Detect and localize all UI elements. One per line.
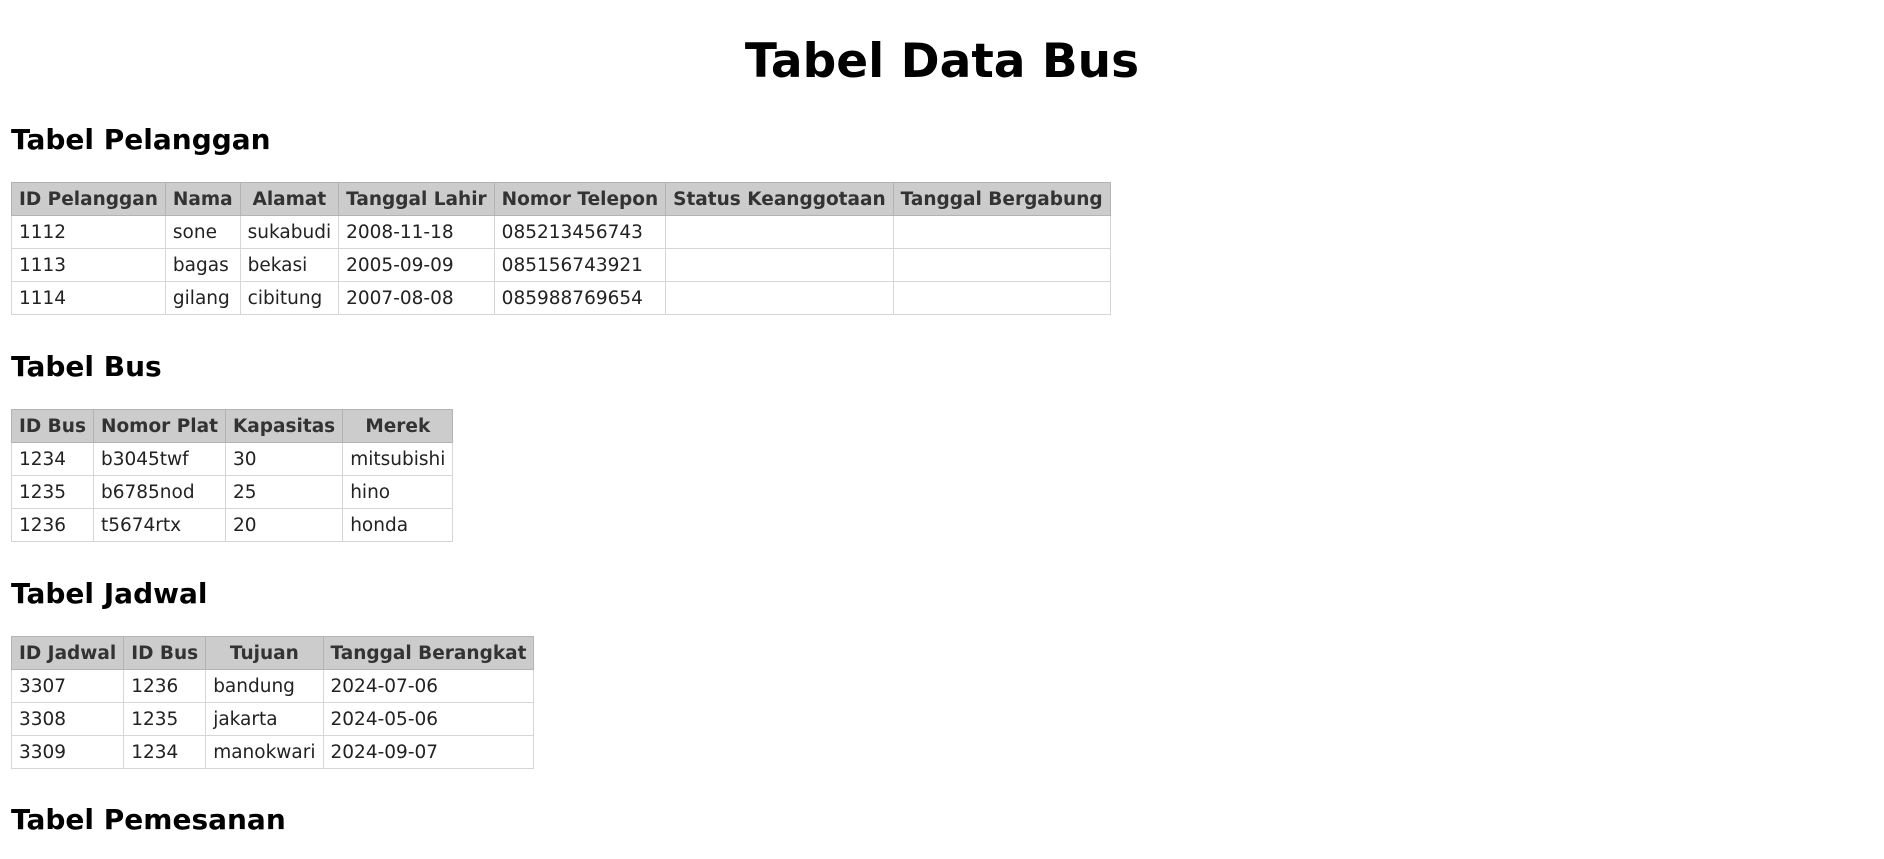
table-cell: 2024-05-06 [322,702,535,736]
table-cell: 2008-11-18 [338,215,495,249]
column-header: ID Bus [11,409,94,443]
table-cell: 085988769654 [493,281,667,315]
table-row: 3309 1234 manokwari 2024-09-07 [10,735,535,769]
table-header-row: ID Pelanggan Nama Alamat Tanggal Lahir Nomor… [11,182,1111,216]
table-row: 1113 bagas bekasi 2005-09-09 085156743921 [11,248,1111,282]
table-jadwal: ID Jadwal ID Bus Tujuan Tanggal Berangkat 3… [10,636,535,769]
table-row: 1235 b6785nod 25 hino [11,475,454,509]
column-header: Kapasitas [224,409,344,443]
table-cell: mitsubishi [342,442,454,476]
table-cell [665,248,894,282]
column-header: ID Bus [123,636,207,670]
column-header: Merek [342,409,454,443]
page-title: Tabel Data Bus [744,34,1140,89]
column-header: Status Keanggotaan [665,182,894,216]
table-cell: 2024-07-06 [322,669,535,703]
table-cell: 3308 [10,702,125,736]
table-row: 1114 gilang cibitung 2007-08-08 085988769654 [11,281,1111,315]
column-header: Nomor Plat [92,409,226,443]
table-pelanggan: ID Pelanggan Nama Alamat Tanggal Lahir Nomor… [11,182,1111,315]
column-header: Tujuan [205,636,324,670]
table-cell: 20 [224,508,344,542]
table-cell: sukabudi [239,215,340,249]
table-row: 3307 1236 bandung 2024-07-06 [10,669,535,703]
table-cell: sone [164,215,241,249]
table-cell: manokwari [205,735,324,769]
table-cell: 085156743921 [493,248,667,282]
table-row: 1112 sone sukabudi 2008-11-18 085213456743 [11,215,1111,249]
table-cell: 1113 [11,248,166,282]
table-cell: 30 [224,442,344,476]
column-header: Nama [164,182,241,216]
column-header: ID Jadwal [10,636,125,670]
column-header: Nomor Telepon [493,182,667,216]
table-cell: t5674rtx [92,508,226,542]
column-header: Tanggal Bergabung [892,182,1111,216]
section-title-pemesanan: Tabel Pemesanan [11,803,286,836]
table-cell [892,215,1111,249]
table-cell: bagas [164,248,241,282]
table-cell: hino [342,475,454,509]
table-bus: ID Bus Nomor Plat Kapasitas Merek 1234 b3045… [11,409,454,542]
table-cell: 1235 [123,702,207,736]
table-cell: jakarta [205,702,324,736]
table-cell: 1234 [11,442,94,476]
table-cell: 3307 [10,669,125,703]
table-cell: b6785nod [92,475,226,509]
table-cell: gilang [164,281,241,315]
section-title-bus: Tabel Bus [11,350,162,383]
table-cell: 1114 [11,281,166,315]
table-cell: 3309 [10,735,125,769]
table-cell: cibitung [239,281,340,315]
table-row: 1234 b3045twf 30 mitsubishi [11,442,454,476]
table-header-row: ID Bus Nomor Plat Kapasitas Merek [11,409,454,443]
table-cell: 1234 [123,735,207,769]
table-cell: 1235 [11,475,94,509]
section-title-pelanggan: Tabel Pelanggan [11,123,271,156]
table-cell [892,248,1111,282]
section-bus: Tabel Bus ID Bus Nomor Plat Kapasitas Merek… [11,350,454,542]
table-cell: honda [342,508,454,542]
table-cell: 1236 [11,508,94,542]
section-jadwal: Tabel Jadwal ID Jadwal ID Bus Tujuan Tangga… [10,577,535,769]
table-header-row: ID Jadwal ID Bus Tujuan Tanggal Berangkat [10,636,535,670]
column-header: Alamat [239,182,340,216]
column-header: ID Pelanggan [11,182,166,216]
section-pelanggan: Tabel Pelanggan ID Pelanggan Nama Alamat Ta… [11,123,1111,315]
table-cell: 2005-09-09 [338,248,495,282]
column-header: Tanggal Lahir [338,182,495,216]
table-row: 3308 1235 jakarta 2024-05-06 [10,702,535,736]
table-row: 1236 t5674rtx 20 honda [11,508,454,542]
table-cell: bandung [205,669,324,703]
section-pemesanan: Tabel Pemesanan [11,803,286,837]
column-header: Tanggal Berangkat [322,636,535,670]
table-cell: 2007-08-08 [338,281,495,315]
section-title-jadwal: Tabel Jadwal [11,577,208,610]
table-cell: 1236 [123,669,207,703]
table-cell [892,281,1111,315]
table-cell [665,281,894,315]
table-cell: 1112 [11,215,166,249]
table-cell: bekasi [239,248,340,282]
table-cell [665,215,894,249]
table-cell: b3045twf [92,442,226,476]
table-cell: 25 [224,475,344,509]
table-cell: 2024-09-07 [322,735,535,769]
table-cell: 085213456743 [493,215,667,249]
